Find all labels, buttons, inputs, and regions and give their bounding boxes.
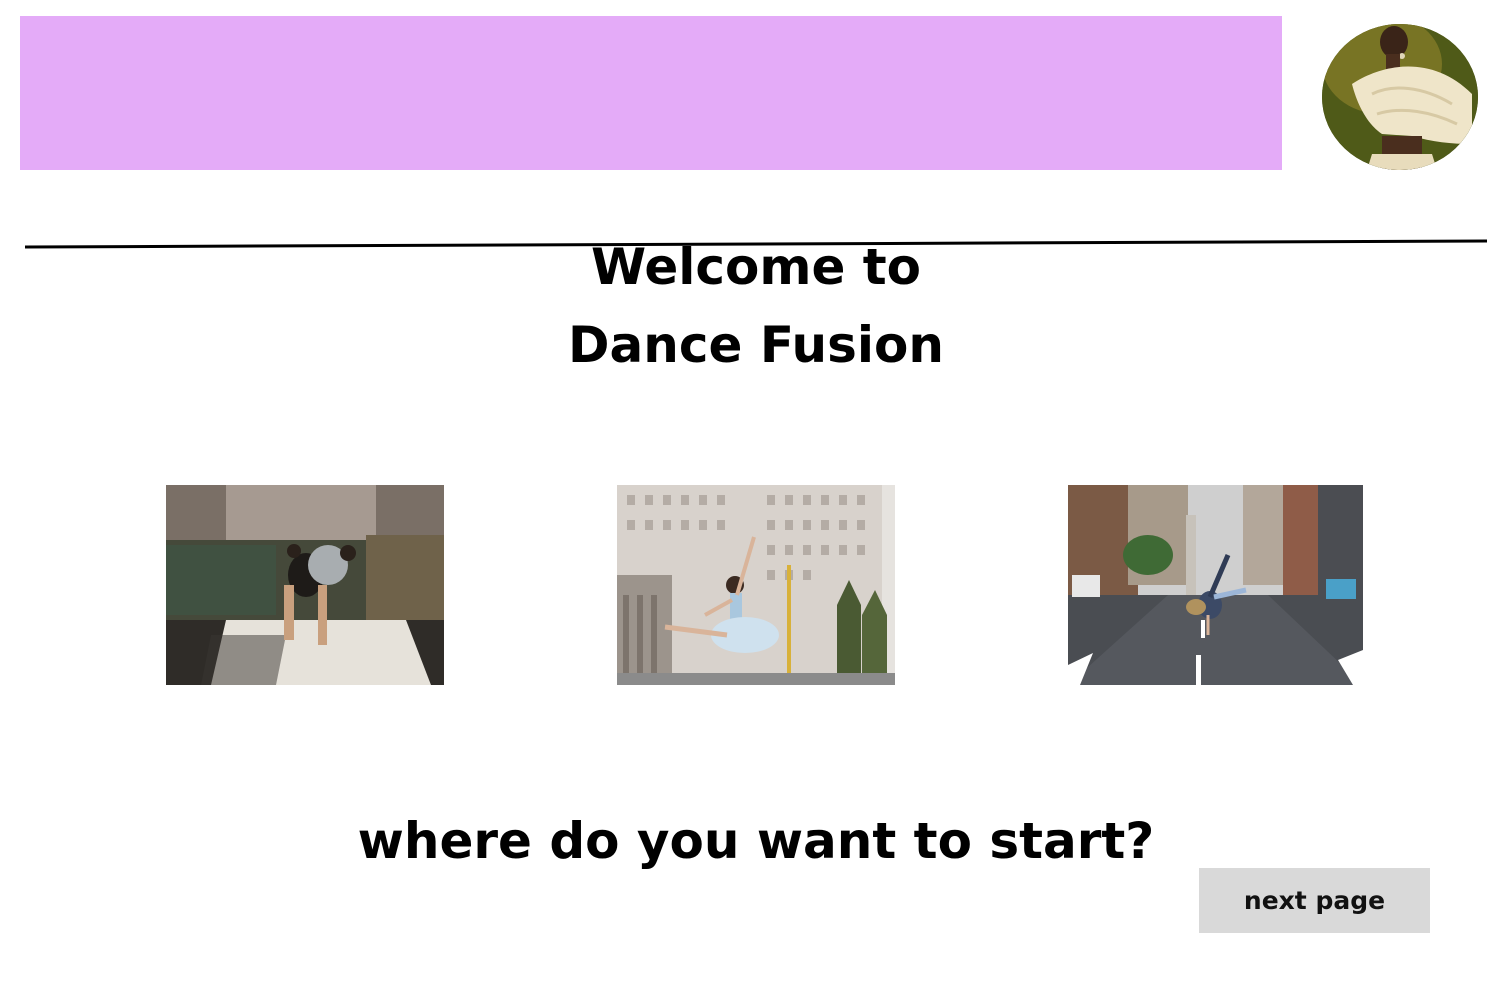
contemporary-dance-duo-photo <box>166 485 444 685</box>
title-line-1: Welcome to <box>590 238 922 296</box>
gallery-photo-street[interactable] <box>1068 485 1363 685</box>
next-page-button[interactable]: next page <box>1199 868 1430 933</box>
start-prompt: where do you want to start? <box>357 812 1155 870</box>
street-dance-handstand-photo <box>1068 485 1363 685</box>
page: Welcome to Dance Fusion where do you wan… <box>0 0 1512 982</box>
gallery-photo-ballet[interactable] <box>617 485 895 685</box>
page-title: Welcome to Dance Fusion <box>456 228 1056 384</box>
ballet-dancer-photo <box>617 485 895 685</box>
dancer-portrait-image <box>1322 24 1478 170</box>
profile-avatar[interactable] <box>1322 24 1478 170</box>
gallery-photo-contemporary[interactable] <box>166 485 444 685</box>
title-line-2: Dance Fusion <box>568 316 944 374</box>
header-banner <box>20 16 1282 170</box>
